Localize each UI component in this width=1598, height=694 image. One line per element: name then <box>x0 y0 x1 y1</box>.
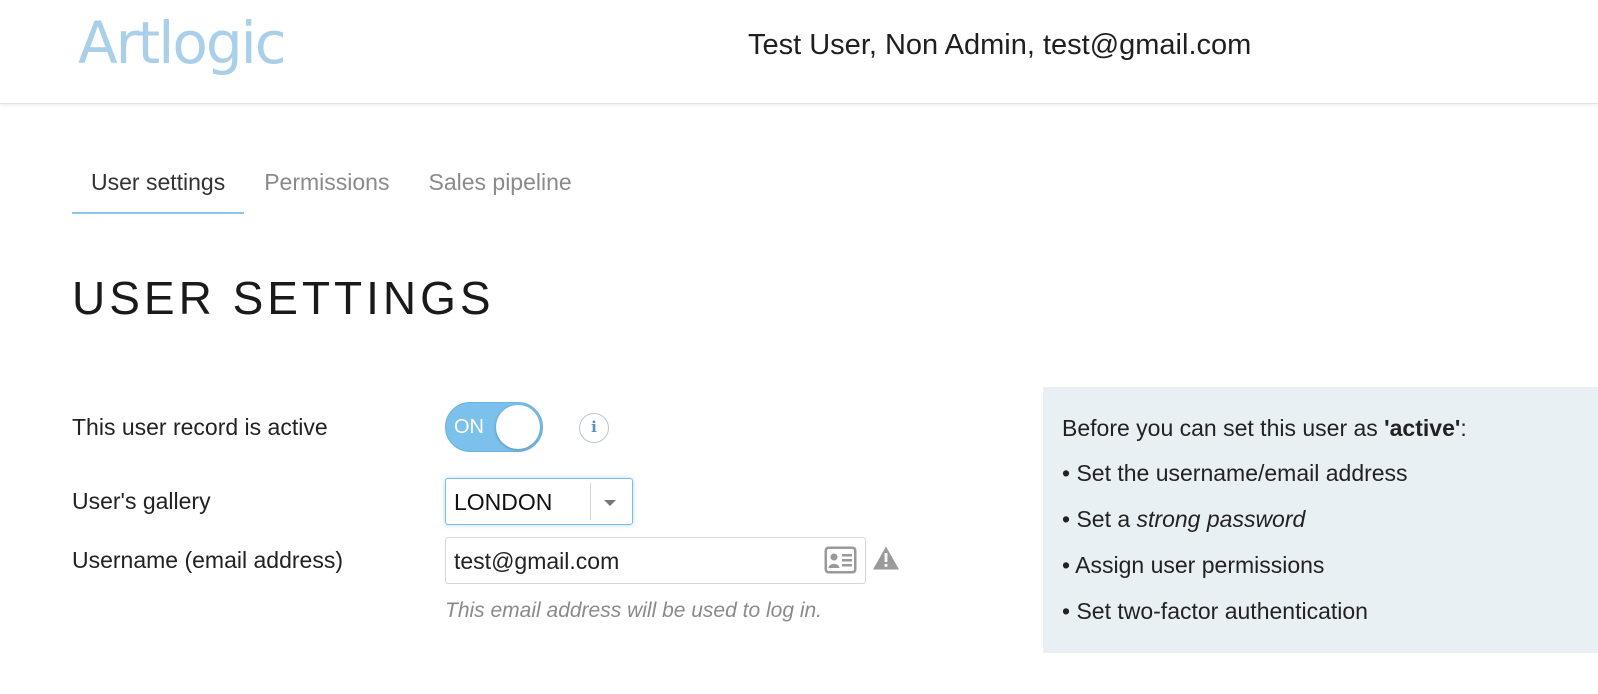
settings-tabs: User settings Permissions Sales pipeline <box>72 160 591 214</box>
requirement-text: • Set the username/email address <box>1062 460 1408 486</box>
toggle-state-label: ON <box>454 416 484 438</box>
requirement-text: • Set a <box>1062 506 1137 532</box>
tab-sales-pipeline[interactable]: Sales pipeline <box>409 160 590 214</box>
tab-permissions[interactable]: Permissions <box>245 160 408 214</box>
contact-card-icon[interactable] <box>824 546 857 574</box>
requirement-item: • Assign user permissions <box>1062 550 1324 580</box>
info-icon[interactable]: i <box>579 413 609 443</box>
warning-icon <box>873 546 899 570</box>
username-label: Username (email address) <box>72 547 343 573</box>
requirement-item: • Set a strong password <box>1062 504 1305 534</box>
heading-suffix: : <box>1460 415 1467 441</box>
active-label: This user record is active <box>72 414 328 440</box>
page-title: USER SETTINGS <box>72 272 495 324</box>
requirement-item: • Set the username/email address <box>1062 458 1408 488</box>
requirement-text: • Assign user permissions <box>1062 552 1325 578</box>
heading-text: Before you can set this user as <box>1062 415 1385 441</box>
activation-requirements-box: Before you can set this user as 'active'… <box>1043 387 1598 653</box>
top-bar: Artlogic Test User, Non Admin, test@gmai… <box>0 0 1598 104</box>
gallery-selected-value: LONDON <box>454 489 553 515</box>
requirements-heading: Before you can set this user as 'active'… <box>1062 413 1467 443</box>
gallery-label: User's gallery <box>72 488 211 514</box>
username-email-field[interactable]: test@gmail.com <box>445 537 866 584</box>
chevron-down-icon <box>604 500 616 506</box>
requirement-text: • Set two-factor authentication <box>1062 598 1368 624</box>
toggle-knob <box>496 405 540 449</box>
gallery-select[interactable]: LONDON <box>445 478 633 525</box>
tab-user-settings[interactable]: User settings <box>72 160 245 214</box>
active-toggle[interactable]: ON <box>445 402 543 452</box>
current-user-info: Test User, Non Admin, test@gmail.com <box>748 29 1252 61</box>
requirement-emphasis: strong password <box>1136 506 1306 532</box>
heading-emphasis: 'active' <box>1384 415 1461 441</box>
username-help-text: This email address will be used to log i… <box>445 599 823 622</box>
username-value: test@gmail.com <box>454 548 620 574</box>
artlogic-logo[interactable]: Artlogic <box>78 8 287 78</box>
select-divider <box>590 483 591 520</box>
requirement-item: • Set two-factor authentication <box>1062 596 1368 626</box>
